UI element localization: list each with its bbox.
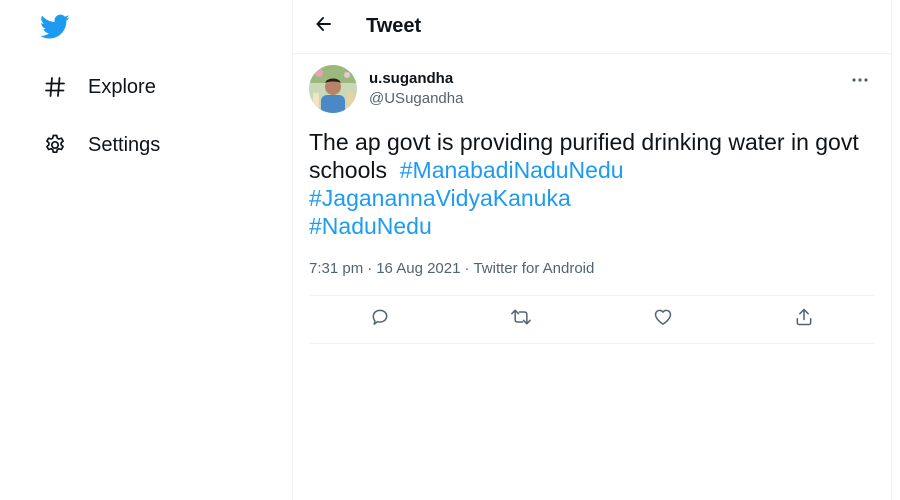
share-button[interactable] (786, 302, 822, 338)
reply-button[interactable] (362, 302, 398, 338)
retweet-button[interactable] (503, 302, 539, 338)
tweet-date[interactable]: 16 Aug 2021 (376, 260, 460, 277)
sidebar-item-label: Settings (88, 133, 161, 156)
separator: · (367, 260, 373, 277)
tweet-detail: u.sugandha @USugandha The ap govt is pro… (293, 54, 891, 344)
tweet-actions (309, 296, 875, 344)
gear-icon (42, 132, 68, 158)
reply-icon (370, 307, 390, 332)
twitter-bird-icon[interactable] (40, 14, 70, 40)
tweet-text-line: schools (309, 157, 394, 183)
hashtag-link[interactable]: #ManabadiNaduNedu (400, 157, 624, 183)
tweet-text-line: The ap govt is providing purified drinki… (309, 129, 859, 155)
sidebar-item-label: Explore (88, 75, 156, 98)
page-title: Tweet (366, 15, 422, 37)
page-header: Tweet (293, 0, 891, 54)
sidebar: Explore Settings (0, 0, 292, 500)
tweet-text: The ap govt is providing purified drinki… (309, 128, 877, 240)
heart-icon (653, 307, 673, 332)
hashtag-link[interactable]: #NaduNedu (309, 213, 432, 239)
separator: · (464, 260, 470, 277)
user-handle[interactable]: @USugandha (369, 89, 463, 109)
display-name[interactable]: u.sugandha (369, 69, 463, 89)
tweet-metadata: 7:31 pm · 16 Aug 2021 · Twitter for Andr… (309, 256, 875, 296)
more-options-button[interactable] (845, 64, 875, 94)
tweet-source[interactable]: Twitter for Android (473, 260, 594, 277)
sidebar-item-settings[interactable]: Settings (30, 120, 172, 170)
sidebar-item-explore[interactable]: Explore (30, 62, 168, 112)
hashtag-icon (42, 74, 68, 100)
main-column: Tweet u.sugandha @USugandha The ap govt … (292, 0, 892, 500)
avatar[interactable] (309, 65, 357, 113)
retweet-icon (510, 307, 532, 332)
tweet-time[interactable]: 7:31 pm (309, 260, 363, 277)
like-button[interactable] (645, 302, 681, 338)
more-horizontal-icon (851, 70, 869, 88)
hashtag-link[interactable]: #JaganannaVidyaKanuka (309, 185, 571, 211)
tweet-author: u.sugandha @USugandha (309, 54, 875, 124)
arrow-left-icon (314, 14, 334, 39)
share-icon (794, 307, 814, 332)
back-button[interactable] (307, 10, 341, 44)
